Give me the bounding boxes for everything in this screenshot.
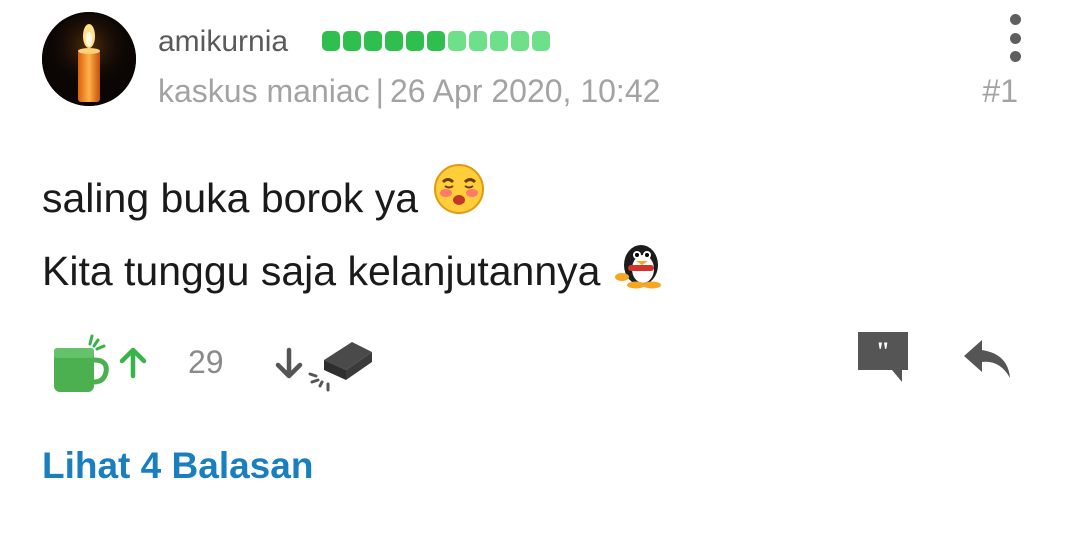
reputation-segment [532,31,550,51]
reputation-segment [490,31,508,51]
post-number[interactable]: #1 [982,70,1018,112]
reputation-segment [511,31,529,51]
reputation-segment [364,31,382,51]
avatar[interactable] [42,12,136,106]
post-line: saling buka borok ya [42,162,666,235]
reputation-segment [469,31,487,51]
post-meta: kaskus maniac | 26 Apr 2020, 10:42 [158,70,660,112]
svg-text:": " [876,337,890,366]
meta-separator: | [375,73,384,109]
user-rank: kaskus maniac [158,73,370,109]
post-content: saling buka borok ya Kita tunggu saja ke… [42,162,666,308]
cendol-cup-icon[interactable] [50,330,112,396]
post-line-text: saling buka borok ya [42,175,419,221]
reply-arrow-icon[interactable] [962,336,1012,380]
quote-bubble-icon[interactable]: " [856,330,910,384]
post-line: Kita tunggu saja kelanjutannya [42,235,666,308]
view-replies-link[interactable]: Lihat 4 Balasan [42,444,313,488]
vote-count: 29 [188,344,224,380]
reputation-segment [385,31,403,51]
brick-icon[interactable] [306,336,376,394]
penguin-emoticon [614,235,666,308]
post-line-text: Kita tunggu saja kelanjutannya [42,248,601,294]
more-options-icon[interactable] [1003,14,1027,62]
reputation-bar [322,31,550,51]
post-timestamp: 26 Apr 2020, 10:42 [389,73,661,109]
username[interactable]: amikurnia [158,22,288,62]
arrow-down-icon[interactable] [272,346,306,380]
arrow-up-icon[interactable] [116,346,150,380]
reputation-segment [322,31,340,51]
reputation-segment [343,31,361,51]
candle-icon [42,12,136,106]
reputation-segment [427,31,445,51]
reputation-segment [406,31,424,51]
blushing-face-emoticon [432,162,486,235]
reputation-segment [448,31,466,51]
